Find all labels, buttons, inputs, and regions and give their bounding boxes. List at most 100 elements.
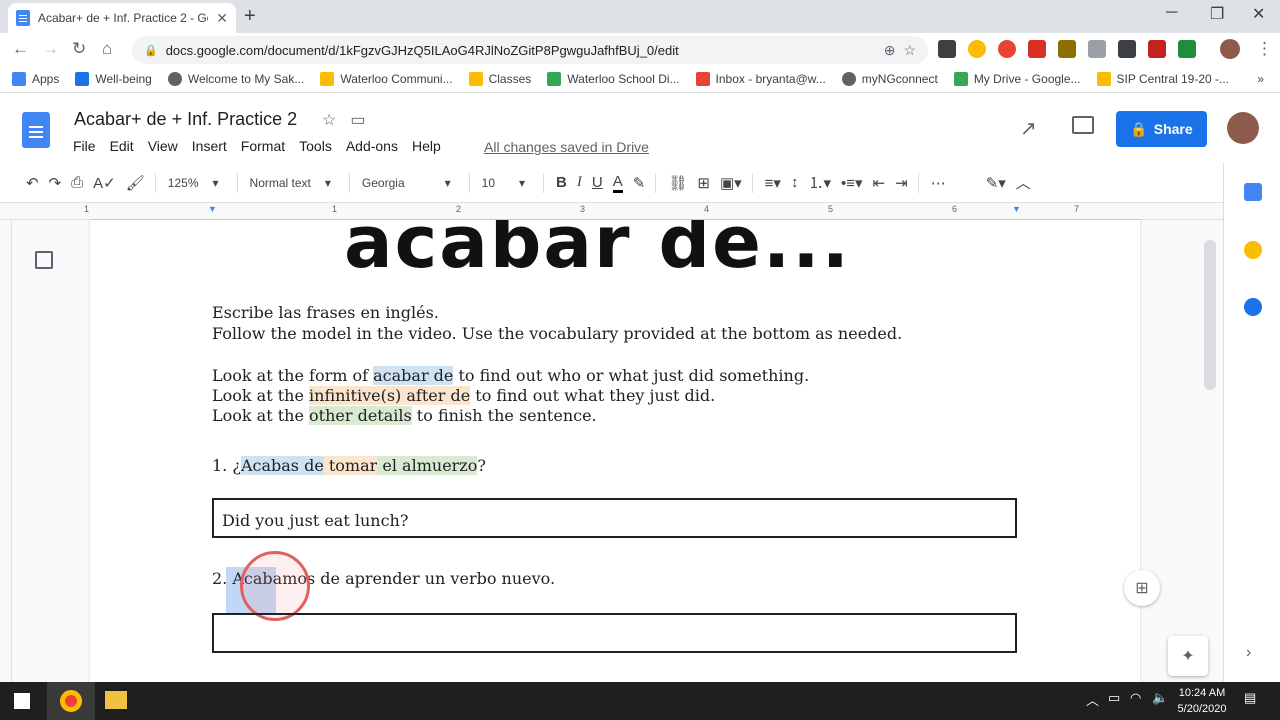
extension-color-icon[interactable] [998,40,1016,58]
font-select[interactable]: Georgia ▾ [362,176,451,190]
menu-file[interactable]: File [73,138,96,154]
paint-format-icon[interactable]: 🖌 [126,174,145,192]
menu-addons[interactable]: Add-ons [346,138,398,154]
minimize-button[interactable]: ─ [1166,4,1177,22]
bookmark-item[interactable]: Apps [12,71,59,86]
link-icon[interactable]: ⛓ [668,174,687,192]
bookmark-item[interactable]: Waterloo School Di... [547,71,680,86]
insert-comment-icon[interactable]: ⊞ [697,174,710,192]
answer-box-1[interactable]: Did you just eat lunch? [212,498,1017,538]
line-spacing-icon[interactable]: ↕ [791,174,799,191]
right-indent-marker-icon[interactable]: ▼ [1012,204,1021,214]
bulleted-list-icon[interactable]: •≡▾ [841,174,863,192]
address-bar[interactable]: 🔒 docs.google.com/document/d/1kFgzvGJHzQ… [132,36,928,64]
menu-view[interactable]: View [148,138,178,154]
bookmark-item[interactable]: Inbox - bryanta@w... [695,71,826,86]
bookmark-item[interactable]: SIP Central 19-20 -... [1096,71,1229,86]
undo-icon[interactable]: ↶ [26,174,39,192]
zoom-icon[interactable]: ⊕ [884,42,896,59]
font-size-select[interactable]: 10 ▾ [482,176,525,190]
extension-green-icon[interactable] [1178,40,1196,58]
bookmark-item[interactable]: Classes [468,71,531,86]
volume-icon[interactable]: 🔈 [1152,690,1168,706]
back-icon[interactable]: ← [12,39,29,59]
reload-icon[interactable]: ↻ [72,39,86,59]
answer-1-text[interactable]: Did you just eat lunch? [222,511,408,530]
collapse-menu-icon[interactable]: ︿ [1016,172,1031,193]
star-icon[interactable]: ☆ [322,110,336,130]
notifications-icon[interactable]: ▤ [1244,690,1256,706]
align-icon[interactable]: ≡▾ [765,174,781,192]
bold-icon[interactable]: B [556,174,567,191]
chrome-menu-icon[interactable]: ⋮ [1256,39,1273,59]
bookmark-star-icon[interactable]: ☆ [903,42,916,59]
windows-start-icon[interactable] [14,693,30,709]
extension-circle-icon[interactable] [968,40,986,58]
bookmark-item[interactable]: My Drive - Google... [953,71,1081,86]
close-tab-icon[interactable]: ✕ [216,10,228,27]
save-status[interactable]: All changes saved in Drive [484,139,649,155]
insert-image-icon[interactable]: ▣▾ [720,174,742,192]
forward-icon[interactable]: → [42,39,59,59]
extension-grid-icon[interactable] [1088,40,1106,58]
decrease-indent-icon[interactable]: ⇤ [873,174,886,192]
add-comment-icon[interactable]: ⊞ [1124,570,1160,606]
zoom-select[interactable]: 125% ▾ [168,176,219,190]
underline-icon[interactable]: U [592,174,603,191]
extension-pdf-icon[interactable] [1148,40,1166,58]
menu-edit[interactable]: Edit [110,138,134,154]
tasks-icon[interactable] [1244,298,1262,316]
bookmark-item[interactable]: Welcome to My Sak... [167,71,304,86]
google-docs-logo-icon[interactable] [22,112,50,148]
menu-format[interactable]: Format [241,138,285,154]
redo-icon[interactable]: ↷ [49,174,62,192]
increase-indent-icon[interactable]: ⇥ [895,174,908,192]
menu-tools[interactable]: Tools [299,138,332,154]
vertical-scrollbar[interactable] [1204,240,1216,390]
menu-insert[interactable]: Insert [192,138,227,154]
file-explorer-icon[interactable] [105,691,127,709]
calendar-icon[interactable] [1244,183,1262,201]
extension-beta-icon[interactable] [938,40,956,58]
home-icon[interactable]: ⌂ [102,39,112,59]
document-outline-icon[interactable] [35,251,53,269]
browser-tab[interactable]: Acabar+ de + Inf. Practice 2 - Go ✕ [8,3,236,33]
account-avatar[interactable] [1227,112,1259,144]
bookmark-item[interactable]: myNGconnect [841,71,938,86]
spellcheck-icon[interactable]: A✓ [93,174,116,192]
horizontal-ruler[interactable]: 1 ▼ 1 2 3 4 5 6 ▼ 7 [0,203,1223,220]
menu-help[interactable]: Help [412,138,441,154]
vertical-ruler[interactable] [0,220,12,682]
share-button[interactable]: 🔒 Share [1116,111,1207,147]
tray-arrow-icon[interactable]: ︿ [1086,690,1099,709]
extension-shield-icon[interactable] [1118,40,1136,58]
url-text[interactable]: docs.google.com/document/d/1kFgzvGJHzQ5I… [166,43,876,58]
editing-mode-icon[interactable]: ✎▾ [986,174,1006,192]
activity-trend-icon[interactable]: ↗ [1020,116,1037,141]
bookmark-item[interactable]: Well-being [75,71,152,86]
answer-box-2[interactable] [212,613,1017,653]
more-icon[interactable]: ⋯ [931,174,946,192]
wifi-icon[interactable]: ◠ [1130,690,1141,706]
style-select[interactable]: Normal text ▾ [250,176,331,190]
explore-icon[interactable]: ✦ [1168,636,1208,676]
expand-panel-icon[interactable]: › [1246,644,1251,662]
keep-icon[interactable] [1244,241,1262,259]
network-icon[interactable]: ▭ [1108,690,1120,706]
system-clock[interactable]: 10:24 AM 5/20/2020 [1176,685,1228,717]
highlight-icon[interactable]: ✎ [633,174,646,192]
close-window-button[interactable]: ✕ [1252,4,1265,24]
indent-marker-icon[interactable]: ▼ [208,204,217,214]
new-tab-button[interactable]: + [244,5,256,28]
italic-icon[interactable]: I [577,174,582,191]
numbered-list-icon[interactable]: ⒈▾ [808,172,831,193]
comments-icon[interactable] [1072,116,1094,134]
extension-n-icon[interactable] [1058,40,1076,58]
text-color-icon[interactable]: A [612,173,623,193]
document-page[interactable]: acabar de... Escribe las frases en inglé… [90,220,1140,682]
maximize-button[interactable]: ❐ [1210,4,1224,24]
print-icon[interactable]: ⎙ [71,174,83,191]
more-bookmarks-icon[interactable]: » [1257,72,1264,86]
extension-red-icon[interactable] [1028,40,1046,58]
move-folder-icon[interactable]: ▭ [350,110,365,130]
